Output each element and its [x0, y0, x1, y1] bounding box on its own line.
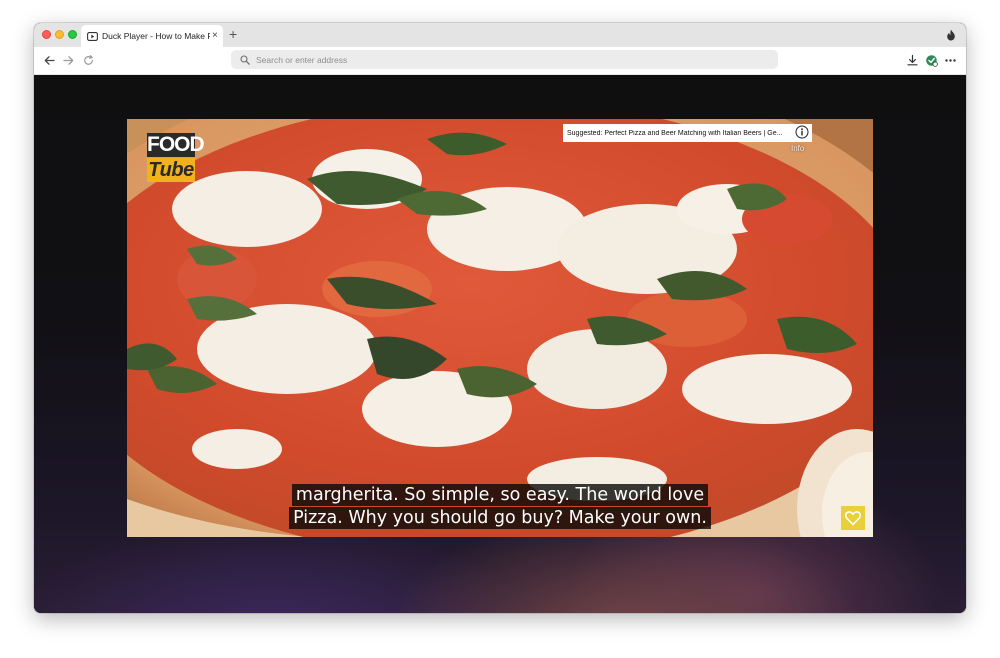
video-player[interactable]: FOOD Tube Suggested: Perfect Pizza and B… [127, 119, 873, 537]
suggested-video-title: Suggested: Perfect Pizza and Beer Matchi… [567, 129, 783, 137]
tab-bar: Duck Player - How to Make Pe × + [34, 23, 966, 47]
arrow-right-icon[interactable] [62, 54, 75, 67]
video-frame [127, 119, 873, 537]
duck-player-page: FOOD Tube Suggested: Perfect Pizza and B… [34, 75, 966, 613]
caption-line-1: margherita. So simple, so easy. The worl… [291, 484, 709, 506]
address-bar[interactable] [231, 50, 778, 69]
tab-title: Duck Player - How to Make Pe [102, 31, 210, 41]
search-icon [240, 54, 250, 65]
extension-icon[interactable] [925, 54, 938, 67]
minimize-window-button[interactable] [55, 30, 64, 39]
logo-tube-text: Tube [147, 158, 195, 182]
address-input[interactable] [254, 53, 758, 66]
info-label: Info [791, 144, 805, 153]
video-player-icon [87, 31, 98, 41]
tab-close-button[interactable]: × [212, 31, 218, 41]
food-tube-logo: FOOD Tube [147, 133, 205, 183]
tab-duck-player[interactable]: Duck Player - How to Make Pe × [81, 25, 223, 47]
captions: margherita. So simple, so easy. The worl… [127, 484, 873, 530]
zoom-window-button[interactable] [68, 30, 77, 39]
close-window-button[interactable] [42, 30, 51, 39]
more-icon[interactable] [944, 54, 957, 67]
arrow-left-icon[interactable] [43, 54, 56, 67]
heart-icon [844, 511, 862, 526]
browser-window: Duck Player - How to Make Pe × + Search … [34, 23, 966, 613]
logo-food-text: FOOD [147, 133, 205, 157]
fire-icon[interactable] [946, 29, 956, 41]
download-icon[interactable] [906, 54, 919, 67]
heart-badge [841, 506, 865, 530]
caption-line-2: Pizza. Why you should go buy? Make your … [289, 507, 711, 529]
reload-icon[interactable] [82, 54, 95, 67]
navigation-toolbar [34, 47, 966, 75]
info-icon[interactable] [795, 125, 809, 139]
suggested-video-link[interactable]: Suggested: Perfect Pizza and Beer Matchi… [563, 124, 812, 142]
new-tab-button[interactable]: + [229, 26, 237, 42]
